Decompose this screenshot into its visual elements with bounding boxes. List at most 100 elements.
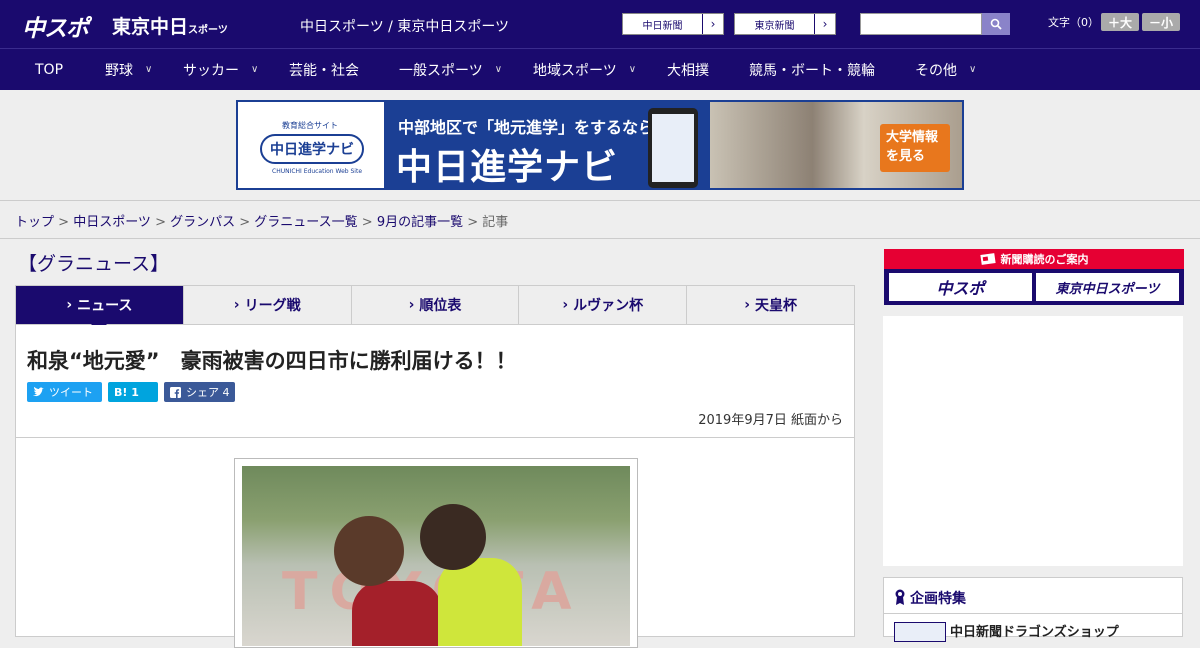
nav-label: TOP [35,61,64,78]
nav-label: 地域スポーツ [533,62,617,79]
chevron-down-icon: ∨ [628,64,637,75]
article-title: 和泉“地元愛” 豪雨被害の四日市に勝利届ける！！ [27,349,517,373]
banner-cta-button[interactable]: 大学情報を見る [880,124,950,172]
nav-item-top[interactable]: TOP [35,49,63,90]
ad-banner-shingaku-navi[interactable]: 教育総合サイト 中日進学ナビ CHUNICHI Education Web Si… [236,100,964,190]
banner-line1: 中部地区で「地元進学」をするなら [398,118,655,137]
tab-label: 天皇杯 [754,298,797,314]
chevron-right-icon: › [710,17,716,31]
tab-league[interactable]: › リーグ戦 [184,286,352,324]
chuspo-logo[interactable]: 中スポ [22,9,89,43]
breadcrumb-chuspo[interactable]: 中日スポーツ [73,215,151,230]
section-tabs: › ニュース › リーグ戦 › 順位表 › ルヴァン杯 › 天皇杯 [15,285,855,332]
hatena-label: B! 1 [114,385,139,399]
search-button[interactable] [982,13,1010,35]
tweet-label: ツイート [49,386,93,399]
hatena-bookmark-button[interactable]: B! 1 [108,382,158,402]
nav-item-racing[interactable]: 競馬・ボート・競輪 [749,49,875,90]
breadcrumb-current: 記事 [482,215,509,230]
nav-label: 芸能・社会 [289,62,359,79]
phone-screen [652,114,694,182]
font-size-label: 文字（0） [1048,16,1099,29]
nav-label: 大相撲 [667,62,709,79]
tokyo-logo-small: スポーツ [188,25,228,36]
article-body: TOYOTA [15,437,855,648]
ribbon-icon [895,589,905,605]
subscription-logos: 中スポ 東京中日スポーツ [889,273,1179,301]
banner-logo-sub: 教育総合サイト [282,121,338,130]
tab-news[interactable]: › ニュース [16,286,184,332]
chevron-down-icon: ∨ [251,64,259,75]
feature-thumbnail[interactable] [894,622,946,642]
nav-label: 一般スポーツ [399,62,483,79]
feature-title-label: 企画特集 [910,591,966,607]
chevron-right-icon: › [562,297,569,313]
feature-item-title[interactable]: 中日新聞ドラゴンズショップ [950,621,1119,640]
nav-item-regional-sports[interactable]: 地域スポーツ ∨ [533,49,636,90]
breadcrumb-sep: > [235,215,255,230]
chevron-right-icon: › [408,297,415,313]
tab-label: ルヴァン杯 [573,298,644,314]
tokyo-shimbun-link[interactable]: 東京新聞 › [734,13,836,35]
facebook-label: シェア 4 [186,386,230,399]
site-title: 中日スポーツ / 東京中日スポーツ [300,19,510,35]
font-larger-button[interactable]: ＋大 [1101,13,1139,31]
article-photo-frame: TOYOTA [234,458,638,648]
chuspo-subscribe-logo[interactable]: 中スポ [889,273,1032,301]
breadcrumb: トップ > 中日スポーツ > グランパス > グラニュース一覧 > 9月の記事一… [0,200,1200,239]
twitter-icon [33,387,44,397]
nav-label: 野球 [105,62,133,79]
tab-emperors-cup[interactable]: › 天皇杯 [687,286,854,324]
top-bar: 中スポ 東京中日スポーツ 中日スポーツ / 東京中日スポーツ 中日新聞 › 東京… [0,0,1200,48]
chevron-down-icon: ∨ [969,64,977,75]
section-title: 【グラニュース】 [18,253,170,275]
font-smaller-button[interactable]: －小 [1142,13,1180,31]
nav-item-soccer[interactable]: サッカー ∨ [183,49,258,90]
chevron-right-icon: › [822,17,828,31]
article-photo[interactable]: TOYOTA [242,466,630,646]
tokyo-logo-text: 東京中日 [112,16,189,38]
nav-label: サッカー [183,62,239,79]
nav-item-others[interactable]: その他 ∨ [915,49,976,90]
article-header: 和泉“地元愛” 豪雨被害の四日市に勝利届ける！！ ツイート B! 1 シェア 4… [15,325,855,438]
search-icon [990,18,1002,30]
breadcrumb-sep: > [150,215,171,230]
tokyo-chunichi-subscribe-logo[interactable]: 東京中日スポーツ [1036,273,1179,301]
breadcrumb-september-list[interactable]: 9月の記事一覧 [377,215,463,230]
tab-label: 順位表 [419,298,462,314]
search-input[interactable] [860,13,982,35]
nav-item-sumo[interactable]: 大相撲 [667,49,709,90]
chevron-right-icon: › [66,297,73,313]
breadcrumb-grampus[interactable]: グランパス [170,215,235,230]
tab-standings[interactable]: › 順位表 [352,286,520,324]
banner-logo-en: CHUNICHI Education Web Site [272,168,363,175]
tab-label: リーグ戦 [244,298,301,314]
search-form [860,13,1010,35]
nav-item-entertainment[interactable]: 芸能・社会 [289,49,359,90]
smartphone-image [648,108,698,188]
subscription-head: 新聞購読のご案内 [884,249,1184,269]
player-head [334,516,404,586]
sidebar-ad [883,316,1183,566]
chevron-down-icon: ∨ [494,64,503,75]
chevron-right-icon: › [744,297,750,313]
subscription-head-label: 新聞購読のご案内 [1000,253,1089,266]
nav-item-baseball[interactable]: 野球 ∨ [105,49,152,90]
paper-link-label: 中日新聞 [623,14,703,34]
nav-item-general-sports[interactable]: 一般スポーツ ∨ [399,49,502,90]
facebook-share-button[interactable]: シェア 4 [164,382,235,402]
chevron-down-icon: ∨ [145,64,153,75]
banner-line2: 中日進学ナビ [396,147,619,188]
paper-link-label: 東京新聞 [735,14,815,34]
chunichi-shimbun-link[interactable]: 中日新聞 › [622,13,724,35]
tweet-button[interactable]: ツイート [27,382,102,402]
tab-levain-cup[interactable]: › ルヴァン杯 [519,286,688,324]
breadcrumb-sep: > [463,215,483,230]
subscription-banner[interactable]: 新聞購読のご案内 中スポ 東京中日スポーツ [884,249,1184,305]
feature-box: 企画特集 中日新聞ドラゴンズショップ [883,577,1183,642]
banner-logo-box: 教育総合サイト 中日進学ナビ CHUNICHI Education Web Si… [238,102,384,188]
breadcrumb-top[interactable]: トップ [15,215,54,230]
tokyo-chunichi-logo[interactable]: 東京中日スポーツ [112,12,228,39]
breadcrumb-gra-news-list[interactable]: グラニュース一覧 [254,215,357,230]
breadcrumb-sep: > [54,215,74,230]
